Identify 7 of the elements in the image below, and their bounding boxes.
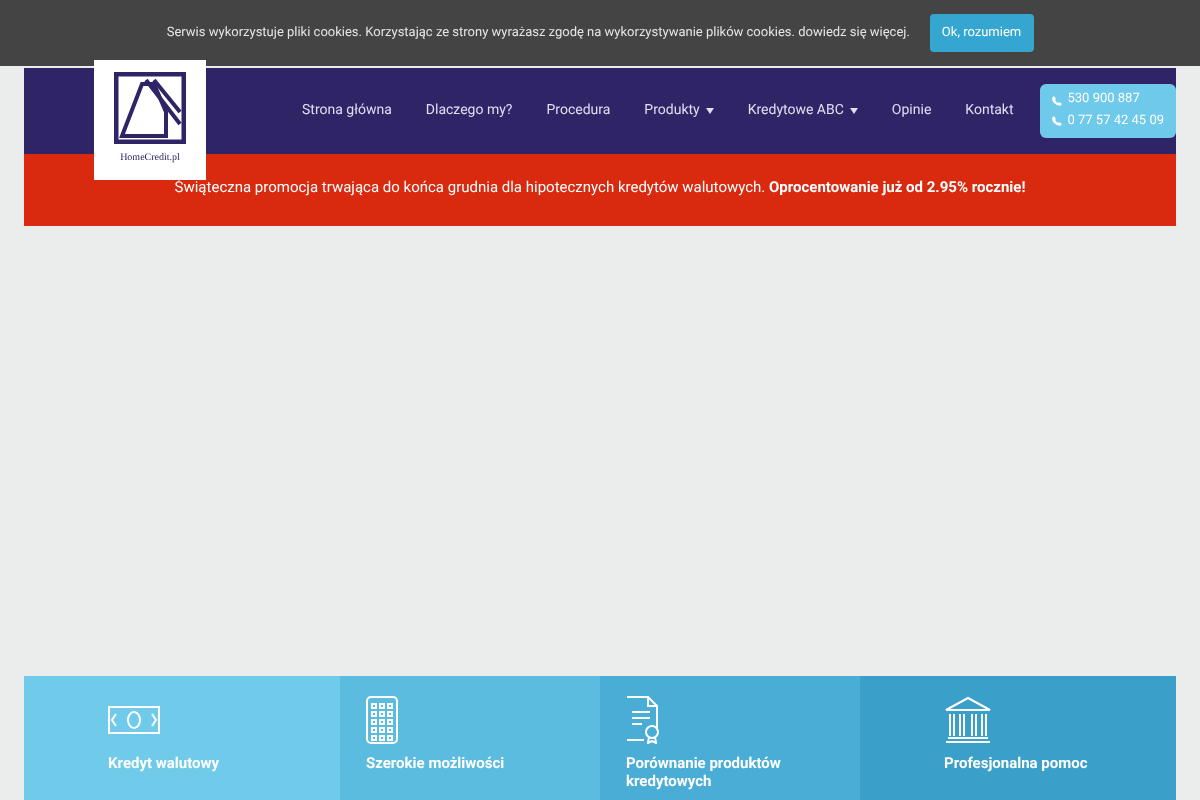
banknote-icon bbox=[108, 706, 160, 734]
caret-icon bbox=[849, 108, 858, 114]
calculator-icon bbox=[366, 696, 398, 744]
caret-icon bbox=[705, 108, 714, 114]
bank-icon bbox=[944, 696, 992, 744]
logo-mark-icon bbox=[114, 72, 186, 144]
certificate-icon bbox=[626, 696, 662, 744]
